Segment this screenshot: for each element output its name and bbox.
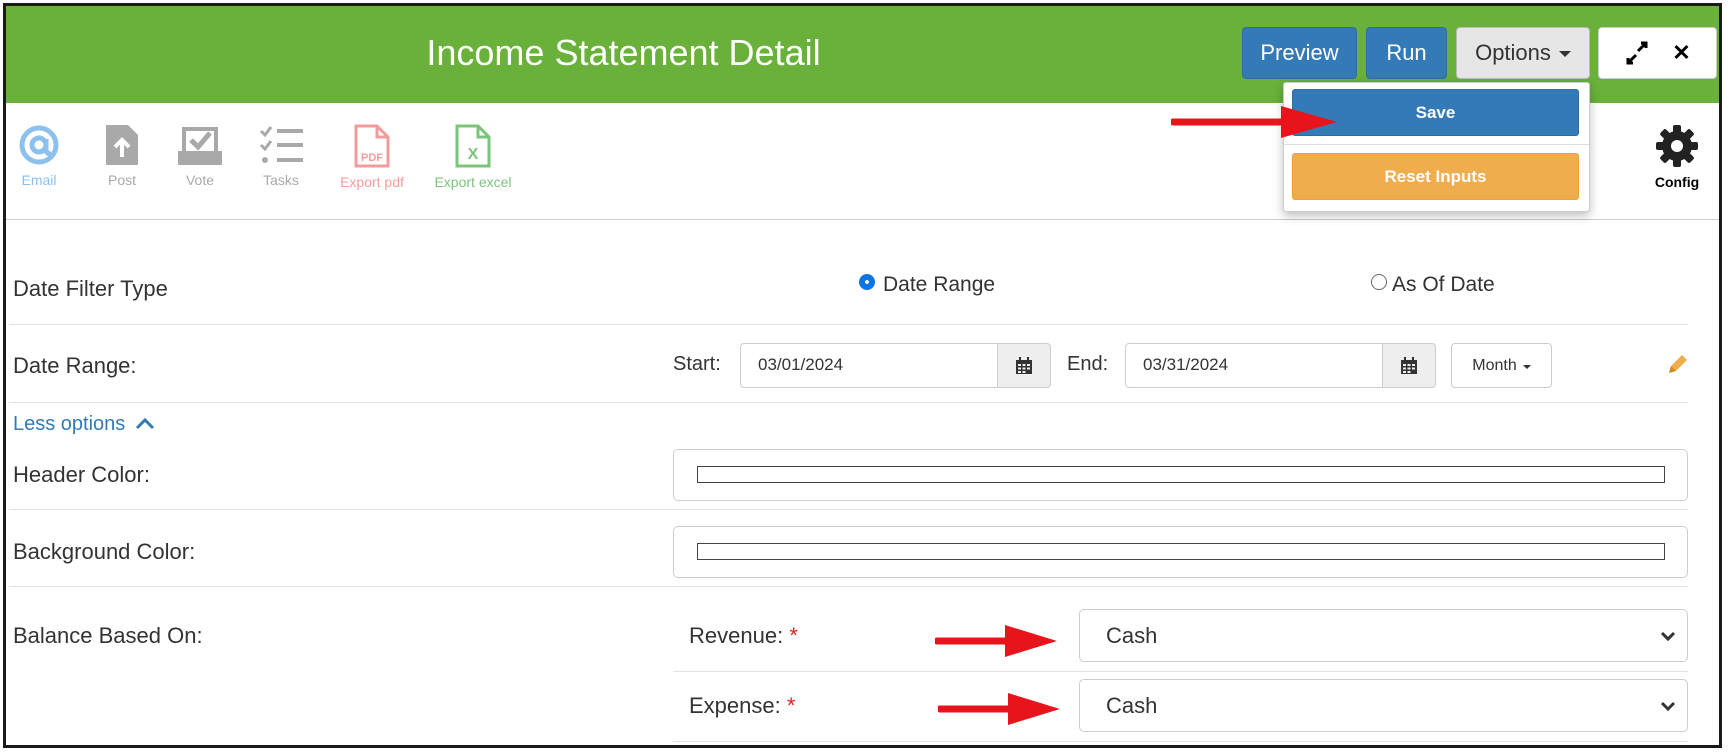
start-label: Start:	[673, 353, 721, 375]
file-excel-icon: X	[455, 124, 491, 168]
header-color-swatch	[697, 466, 1665, 483]
email-label: Email	[21, 172, 57, 188]
less-options-label: Less options	[13, 413, 126, 435]
vote-box-icon	[178, 127, 222, 165]
start-date-input[interactable]: 03/01/2024	[740, 343, 998, 388]
annotation-arrow-icon	[1171, 106, 1337, 138]
less-options-link[interactable]: Less options	[13, 413, 155, 436]
page-title: Income Statement Detail	[426, 32, 821, 73]
revenue-label: Revenue: *	[689, 623, 798, 649]
chevron-down-icon	[1660, 701, 1676, 712]
expense-select[interactable]: Cash	[1079, 679, 1688, 732]
calendar-icon	[1016, 356, 1032, 374]
header-color-picker[interactable]	[673, 449, 1688, 501]
export-excel-tool[interactable]: X Export excel	[425, 123, 521, 190]
options-label: Options	[1475, 40, 1551, 65]
annotation-arrow-icon	[938, 693, 1060, 725]
email-tool[interactable]: Email	[12, 123, 66, 188]
caret-down-icon	[1522, 364, 1531, 369]
expand-icon[interactable]	[1624, 41, 1654, 65]
chevron-down-icon	[1660, 631, 1676, 642]
period-dropdown[interactable]: Month	[1451, 343, 1552, 388]
row-divider	[9, 586, 1688, 587]
start-calendar-button[interactable]	[997, 343, 1051, 388]
expense-label: Expense: *	[689, 693, 795, 719]
date-range-label: Date Range:	[13, 353, 137, 378]
config-tool[interactable]: Config	[1649, 123, 1705, 190]
file-pdf-icon: PDF	[354, 124, 390, 168]
tasks-tool[interactable]: Tasks	[256, 123, 306, 188]
preview-button[interactable]: Preview	[1242, 27, 1357, 79]
as-of-date-option-label: As Of Date	[1392, 273, 1495, 296]
gear-icon	[1656, 125, 1698, 167]
calendar-icon	[1401, 356, 1417, 374]
revenue-label-text: Revenue:	[689, 623, 784, 648]
export-pdf-label: Export pdf	[340, 174, 404, 190]
row-divider	[9, 509, 1688, 510]
vote-tool[interactable]: Vote	[173, 123, 227, 188]
annotation-arrow-icon	[935, 625, 1057, 657]
reset-inputs-button[interactable]: Reset Inputs	[1292, 153, 1579, 200]
background-color-picker[interactable]	[673, 526, 1688, 578]
task-list-icon	[259, 126, 303, 163]
row-divider	[673, 741, 1688, 742]
tasks-label: Tasks	[263, 172, 299, 188]
post-label: Post	[107, 172, 136, 188]
header-color-label: Header Color:	[13, 462, 150, 487]
menu-divider	[1284, 144, 1589, 145]
post-tool[interactable]: Post	[99, 123, 145, 188]
period-label: Month	[1472, 356, 1517, 374]
revenue-select[interactable]: Cash	[1079, 609, 1688, 662]
background-color-swatch	[697, 543, 1665, 560]
export-excel-label: Export excel	[434, 174, 512, 190]
date-range-option-label: Date Range	[883, 273, 996, 296]
at-icon	[19, 125, 59, 165]
run-button[interactable]: Run	[1366, 27, 1447, 79]
date-range-radio[interactable]	[859, 274, 875, 290]
vote-label: Vote	[185, 172, 215, 188]
config-label: Config	[1654, 174, 1700, 190]
excel-badge: X	[468, 146, 479, 163]
close-icon[interactable]: ✕	[1672, 40, 1690, 66]
pencil-icon[interactable]	[1666, 352, 1690, 381]
chevron-up-icon	[135, 417, 154, 430]
report-window: Income Statement Detail Preview Run Opti…	[3, 3, 1722, 748]
row-divider	[673, 671, 1688, 672]
expense-select-value: Cash	[1106, 692, 1158, 718]
row-divider	[9, 402, 1688, 403]
row-divider	[9, 324, 1688, 325]
pdf-badge: PDF	[361, 152, 383, 164]
background-color-label: Background Color:	[13, 539, 196, 564]
export-pdf-tool[interactable]: PDF Export pdf	[331, 123, 413, 190]
expense-label-text: Expense:	[689, 693, 781, 718]
end-date-input[interactable]: 03/31/2024	[1125, 343, 1383, 388]
options-button[interactable]: Options	[1456, 27, 1590, 79]
file-upload-icon	[106, 125, 138, 165]
revenue-select-value: Cash	[1106, 622, 1158, 648]
date-filter-type-label: Date Filter Type	[13, 276, 168, 301]
end-calendar-button[interactable]	[1382, 343, 1436, 388]
caret-down-icon	[1558, 51, 1571, 57]
required-mark: *	[786, 693, 796, 718]
window-controls: ✕	[1598, 27, 1717, 79]
end-label: End:	[1067, 353, 1109, 375]
as-of-date-radio[interactable]	[1371, 274, 1387, 290]
required-mark: *	[789, 623, 798, 648]
balance-based-on-label: Balance Based On:	[13, 623, 203, 648]
